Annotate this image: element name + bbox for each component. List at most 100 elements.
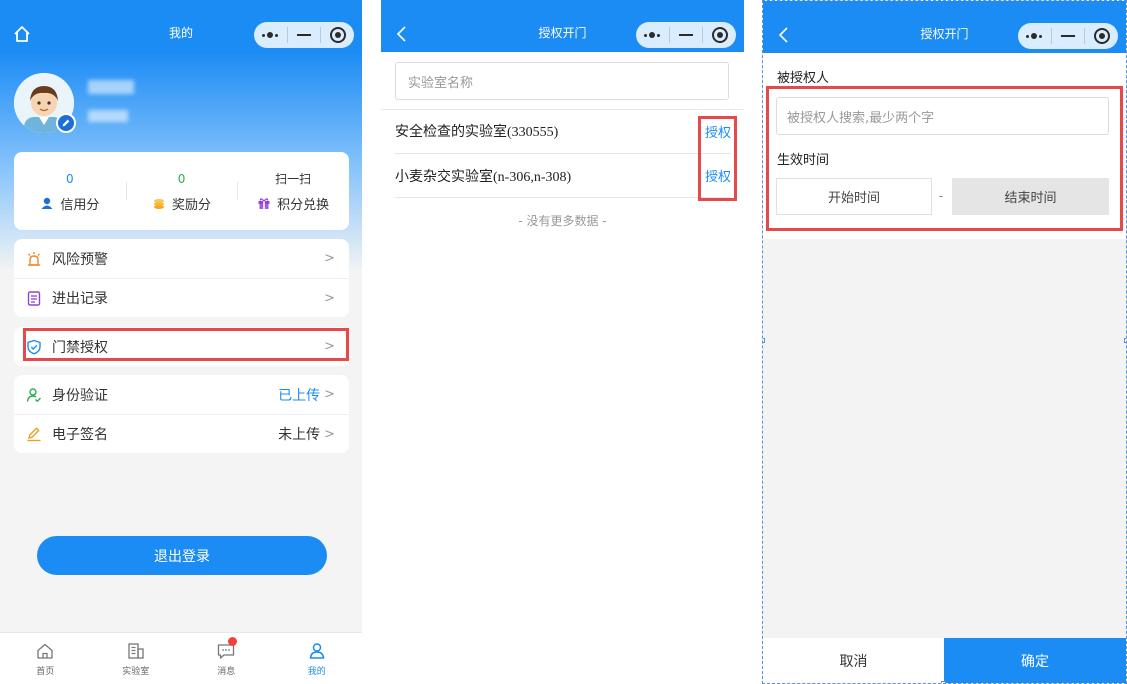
upload-status: 未上传 bbox=[278, 427, 321, 443]
authorize-button[interactable]: 授权 bbox=[705, 166, 731, 185]
authorize-button[interactable]: 授权 bbox=[705, 122, 731, 141]
tab-lab[interactable]: 实验室 bbox=[91, 633, 182, 684]
tab-home[interactable]: 首页 bbox=[0, 633, 91, 684]
lab-list-item: 安全检查的实验室(330555) 授权 bbox=[395, 109, 731, 153]
menu-risk-warning[interactable]: 风险预警 > bbox=[14, 239, 349, 278]
pencil-icon bbox=[62, 119, 70, 127]
cancel-button[interactable]: 取消 bbox=[763, 638, 944, 683]
profile-icon bbox=[309, 643, 324, 659]
navbar: 我的 bbox=[0, 0, 362, 52]
more-dots-icon bbox=[644, 32, 661, 38]
target-icon bbox=[1093, 28, 1110, 44]
auth-form-page: 授权开门 被授权人 被授权人搜索,最少两个字 生效时间 开始时间 - 结束时间 … bbox=[762, 0, 1127, 684]
end-time-picker[interactable]: 结束时间 bbox=[952, 178, 1109, 215]
scan-label: 扫一扫 bbox=[275, 171, 312, 186]
pen-icon bbox=[27, 427, 41, 442]
mini-program-capsule bbox=[1018, 23, 1118, 49]
more-dots-icon bbox=[262, 32, 279, 38]
stat-label: 积分兑换 bbox=[277, 197, 330, 213]
logout-button[interactable]: 退出登录 bbox=[37, 536, 327, 575]
minimize-icon bbox=[679, 34, 693, 36]
grantee-label: 被授权人 bbox=[777, 71, 830, 86]
minimize-button[interactable] bbox=[670, 22, 703, 48]
menu-group-2: 门禁授权 > bbox=[14, 327, 349, 366]
menu-access-records[interactable]: 进出记录 > bbox=[14, 278, 349, 317]
chevron-right-icon: > bbox=[324, 426, 335, 442]
minimize-button[interactable] bbox=[1052, 23, 1085, 49]
navbar: 授权开门 bbox=[381, 0, 744, 52]
user-id-redacted bbox=[88, 110, 128, 122]
target-icon bbox=[711, 27, 728, 43]
tab-label: 首页 bbox=[36, 667, 55, 677]
menu-label: 风险预警 bbox=[52, 251, 108, 268]
grantee-search-input[interactable]: 被授权人搜索,最少两个字 bbox=[776, 97, 1109, 135]
alarm-icon bbox=[28, 251, 40, 266]
user-verify-icon bbox=[26, 387, 42, 402]
edit-avatar-button[interactable] bbox=[56, 113, 76, 133]
menu-label: 门禁授权 bbox=[52, 339, 108, 356]
user-name-redacted bbox=[88, 80, 134, 94]
tab-label: 消息 bbox=[217, 667, 236, 677]
lab-name: 安全检查的实验室(330555) bbox=[395, 125, 559, 140]
stat-reward[interactable]: 0 奖励分 bbox=[125, 152, 238, 230]
unread-badge bbox=[228, 637, 238, 646]
resize-handle[interactable] bbox=[763, 338, 765, 343]
form-footer: 取消 确定 bbox=[763, 638, 1126, 683]
stats-card: 0 信用分 0 奖励分 扫一扫 积分兑换 bbox=[14, 152, 349, 230]
home-tab-icon bbox=[37, 643, 53, 659]
chevron-right-icon: > bbox=[324, 387, 335, 402]
close-capsule-button[interactable] bbox=[1085, 23, 1118, 49]
more-menu-button[interactable] bbox=[254, 22, 287, 48]
tab-label: 我的 bbox=[307, 667, 326, 677]
more-menu-button[interactable] bbox=[1018, 23, 1051, 49]
record-icon bbox=[27, 291, 41, 306]
target-icon bbox=[329, 27, 346, 43]
minimize-icon bbox=[1061, 35, 1075, 37]
menu-identity-verification[interactable]: 身份验证 已上传 > bbox=[14, 375, 349, 414]
gift-icon bbox=[258, 198, 270, 209]
stat-value: 0 bbox=[66, 171, 74, 186]
mini-program-capsule bbox=[636, 22, 736, 48]
grantee-placeholder: 被授权人搜索,最少两个字 bbox=[787, 110, 935, 126]
time-separator: - bbox=[938, 189, 944, 204]
tab-bar: 首页 实验室 消息 我的 bbox=[0, 632, 362, 684]
lab-search-input[interactable]: 实验室名称 bbox=[395, 62, 729, 100]
mini-program-capsule bbox=[254, 22, 354, 48]
stat-credit[interactable]: 0 信用分 bbox=[14, 152, 126, 230]
auth-list-page: 授权开门 实验室名称 安全检查的实验室(330555) 授权 小麦杂交实验室(n… bbox=[381, 0, 744, 684]
menu-door-authorization[interactable]: 门禁授权 > bbox=[14, 327, 349, 366]
lab-list-item: 小麦杂交实验室(n-306,n-308) 授权 bbox=[395, 153, 731, 197]
tab-mine[interactable]: 我的 bbox=[272, 633, 363, 684]
more-dots-icon bbox=[1026, 33, 1043, 39]
menu-label: 电子签名 bbox=[52, 427, 108, 443]
stat-label: 信用分 bbox=[60, 197, 100, 213]
tab-messages[interactable]: 消息 bbox=[181, 633, 272, 684]
confirm-button[interactable]: 确定 bbox=[944, 638, 1126, 683]
shield-icon bbox=[27, 339, 41, 355]
building-icon bbox=[128, 643, 144, 659]
start-time-picker[interactable]: 开始时间 bbox=[776, 178, 932, 215]
menu-label: 进出记录 bbox=[52, 291, 108, 307]
navbar: 授权开门 bbox=[763, 1, 1126, 53]
credit-icon bbox=[41, 197, 53, 209]
minimize-icon bbox=[297, 34, 311, 36]
tab-label: 实验室 bbox=[122, 667, 150, 677]
chevron-right-icon: > bbox=[324, 339, 335, 354]
effective-time-label: 生效时间 bbox=[777, 153, 830, 168]
stat-exchange[interactable]: 扫一扫 积分兑换 bbox=[237, 152, 349, 230]
mine-page: 我的 0 信用分 0 奖励分 扫一扫 积分兑换 风险预警 > 进出记录 > 门禁… bbox=[0, 0, 362, 684]
menu-label: 身份验证 bbox=[52, 387, 108, 404]
menu-e-signature[interactable]: 电子签名 未上传 > bbox=[14, 414, 349, 453]
close-capsule-button[interactable] bbox=[321, 22, 354, 48]
no-more-data-text: - 没有更多数据 - bbox=[518, 214, 607, 228]
close-capsule-button[interactable] bbox=[703, 22, 736, 48]
chevron-right-icon: > bbox=[324, 290, 335, 306]
lab-name: 小麦杂交实验室(n-306,n-308) bbox=[395, 169, 572, 185]
more-menu-button[interactable] bbox=[636, 22, 669, 48]
stat-value: 0 bbox=[177, 171, 186, 186]
minimize-button[interactable] bbox=[288, 22, 321, 48]
search-placeholder: 实验室名称 bbox=[408, 75, 474, 91]
upload-status: 已上传 bbox=[278, 387, 321, 404]
menu-group-1: 风险预警 > 进出记录 > bbox=[14, 239, 349, 317]
chevron-right-icon: > bbox=[324, 251, 335, 266]
